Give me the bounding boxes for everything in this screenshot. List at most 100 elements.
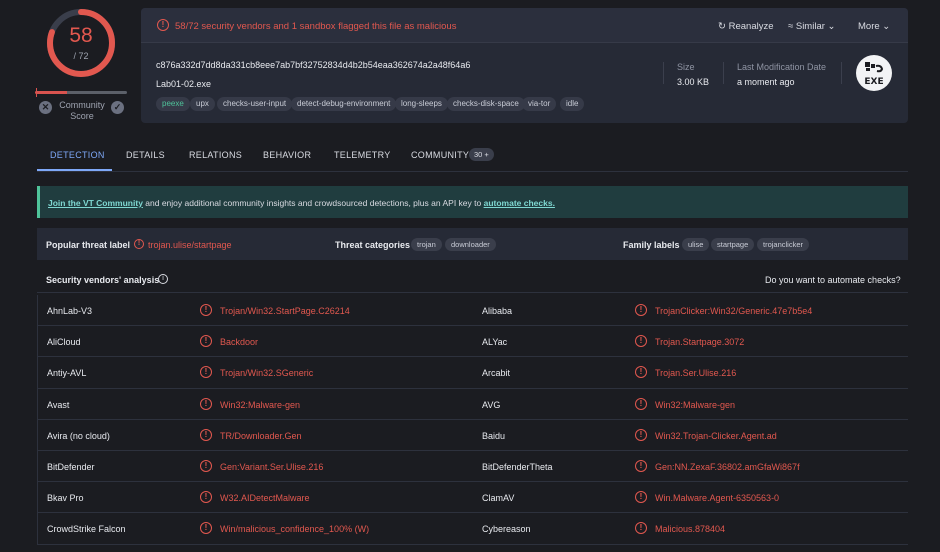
tag[interactable]: detect-debug-environment [291, 97, 397, 111]
threat-categories-label: Threat categories [335, 240, 411, 250]
reanalyze-button[interactable]: ↻ Reanalyze [718, 21, 774, 32]
detection-result[interactable]: Trojan.Ser.Ulise.216 [655, 368, 736, 378]
vendor-name: ClamAV [482, 493, 515, 504]
detection-result[interactable]: Win32:Malware-gen [220, 400, 300, 410]
exe-badge-label: EXE [864, 77, 883, 87]
detection-warning-icon: ! [200, 459, 212, 472]
detection-result[interactable]: Trojan/Win32.SGeneric [220, 368, 313, 378]
tab-detection[interactable]: DETECTION [50, 150, 105, 160]
malicious-warning: 58/72 security vendors and 1 sandbox fla… [175, 21, 457, 32]
refresh-icon: ↻ [718, 21, 726, 32]
detection-warning-icon: ! [635, 304, 647, 316]
detection-total: / 72 [73, 51, 89, 61]
tag[interactable]: checks-user-input [217, 97, 293, 111]
detection-warning-icon: ! [200, 366, 212, 379]
family-chip[interactable]: startpage [711, 238, 755, 251]
detection-result[interactable]: Win32.Trojan-Clicker.Agent.ad [655, 431, 777, 441]
detection-result[interactable]: Win/malicious_confidence_100% (W) [220, 524, 369, 534]
detection-warning-icon: ! [635, 459, 647, 472]
detection-warning-icon: ! [200, 491, 212, 504]
modified-label: Last Modification Date [737, 62, 827, 72]
divider [663, 62, 664, 84]
tab-community[interactable]: COMMUNITY [411, 150, 469, 160]
divider [723, 62, 724, 84]
table-row: AliCloud! Backdoor ALYac! Trojan.Startpage.… [38, 326, 908, 358]
tag[interactable]: upx [190, 97, 215, 111]
community-score-label: Community Score [59, 100, 105, 121]
vendor-name: Arcabit [482, 368, 511, 379]
detection-warning-icon: ! [200, 335, 212, 348]
detection-warning-icon: ! [200, 397, 212, 410]
detection-warning-icon: ! [635, 366, 647, 379]
detection-result[interactable]: W32.AIDetectMalware [220, 493, 310, 503]
detection-result[interactable]: Win.Malware.Agent-6350563-0 [655, 493, 779, 503]
detection-result[interactable]: Malicious.878404 [655, 524, 725, 534]
tag[interactable]: peexe [156, 97, 190, 111]
threat-icon: ! [134, 239, 144, 249]
popular-threat-label: Popular threat label [46, 240, 131, 250]
detection-result[interactable]: Win32:Malware-gen [655, 400, 735, 410]
join-community-link[interactable]: Join the VT Community [48, 198, 143, 208]
tag[interactable]: long-sleeps [395, 97, 448, 111]
active-tab-indicator [37, 169, 112, 171]
community-count-badge: 30 + [469, 148, 494, 161]
tab-details[interactable]: DETAILS [126, 150, 165, 160]
vendor-name: Avast [47, 399, 70, 410]
vote-down-icon[interactable]: ✕ [39, 101, 52, 114]
section-divider [37, 292, 908, 293]
table-row: Avira (no cloud)! TR/Downloader.Gen Baidu!… [38, 420, 908, 451]
table-row: Avast! Win32:Malware-gen AVG! Win32:Malware… [38, 389, 908, 420]
tab-telemetry[interactable]: TELEMETRY [334, 150, 391, 160]
tab-relations[interactable]: RELATIONS [189, 150, 242, 160]
category-chip[interactable]: downloader [445, 238, 496, 251]
vote-up-icon[interactable]: ✓ [111, 101, 124, 114]
divider [841, 62, 842, 84]
detection-warning-icon: ! [635, 428, 647, 441]
similar-button[interactable]: ≈ Similar ⌄ [788, 21, 836, 32]
vendor-name: AliCloud [47, 337, 81, 348]
size-label: Size [677, 62, 695, 72]
info-icon[interactable]: i [158, 274, 168, 284]
vendors-analysis-title: Security vendors' analysis [46, 275, 160, 285]
exe-file-icon: EXE [856, 55, 892, 91]
table-row: Bkav Pro! W32.AIDetectMalware ClamAV! Win.M… [38, 482, 908, 514]
detection-result[interactable]: TR/Downloader.Gen [220, 431, 302, 441]
detection-result[interactable]: Backdoor [220, 337, 258, 347]
detection-warning-icon: ! [635, 335, 647, 348]
tag[interactable]: idle [560, 97, 585, 111]
tag[interactable]: via-tor [522, 97, 557, 111]
tab-divider [37, 171, 908, 172]
similar-icon: ≈ [788, 21, 794, 32]
detection-warning-icon: ! [200, 304, 212, 316]
tag[interactable]: checks-disk-space [447, 97, 525, 111]
table-row: CrowdStrike Falcon! Win/malicious_confide… [38, 513, 908, 545]
detection-result[interactable]: Gen:Variant.Ser.Ulise.216 [220, 462, 323, 472]
popular-threat-value[interactable]: trojan.ulise/startpage [148, 240, 232, 250]
chevron-down-icon: ⌄ [827, 21, 836, 32]
family-chip[interactable]: ulise [682, 238, 710, 251]
tab-behavior[interactable]: BEHAVIOR [263, 150, 311, 160]
detection-warning-icon: ! [200, 428, 212, 441]
more-button[interactable]: More ⌄ [858, 21, 890, 32]
table-row: AhnLab-V3! Trojan/Win32.StartPage.C26214 A… [38, 295, 908, 327]
automate-checks-prompt[interactable]: Do you want to automate checks? [765, 275, 901, 285]
detection-result[interactable]: Trojan.Startpage.3072 [655, 337, 744, 347]
vendor-name: Antiy-AVL [47, 368, 87, 379]
family-chip[interactable]: trojanclicker [757, 238, 810, 251]
vendor-name: Baidu [482, 430, 506, 441]
vendor-name: Alibaba [482, 306, 513, 316]
detection-warning-icon: ! [635, 491, 647, 504]
warning-icon: ! [157, 19, 169, 31]
automate-checks-link[interactable]: automate checks. [484, 198, 555, 208]
detection-result[interactable]: TrojanClicker:Win32/Generic.47e7b5e4 [655, 306, 812, 316]
table-row: Antiy-AVL! Trojan/Win32.SGeneric Arcabit! T… [38, 357, 908, 389]
category-chip[interactable]: trojan [411, 238, 442, 251]
file-hash[interactable]: c876a332d7dd8da331cb8eee7ab7bf32752834d4… [156, 60, 470, 70]
file-name: Lab01-02.exe [156, 79, 212, 89]
detection-warning-icon: ! [635, 397, 647, 410]
table-row: BitDefender! Gen:Variant.Ser.Ulise.216 Bit… [38, 451, 908, 483]
detection-count: 58 [69, 24, 93, 47]
detection-result[interactable]: Trojan/Win32.StartPage.C26214 [220, 306, 350, 316]
detection-result[interactable]: Gen:NN.ZexaF.36802.amGfaWi867f [655, 462, 800, 472]
modified-value: a moment ago [737, 77, 795, 87]
